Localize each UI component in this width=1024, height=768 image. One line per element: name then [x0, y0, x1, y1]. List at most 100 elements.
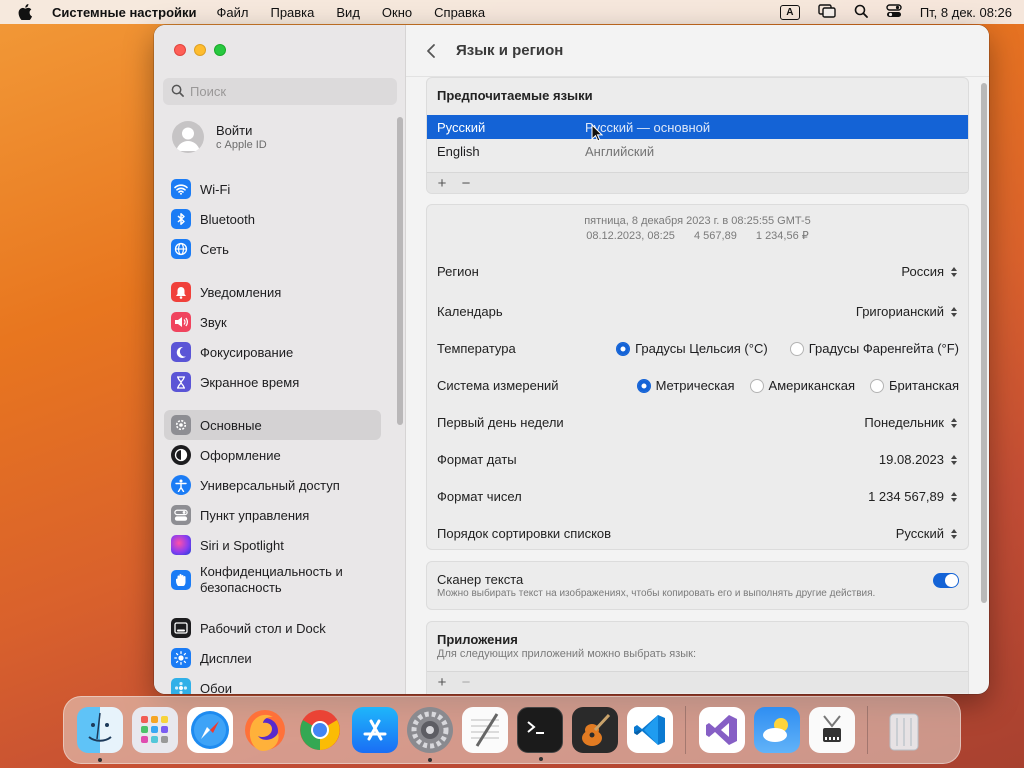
sort-order-label: Порядок сортировки списков [437, 526, 612, 541]
dock-launchpad-icon[interactable] [131, 707, 178, 753]
dock-separator [867, 706, 868, 754]
menu-view[interactable]: Вид [336, 5, 360, 20]
sidebar-item-wallpaper[interactable]: Обои [164, 673, 381, 694]
dock-chrome-icon[interactable] [297, 707, 343, 753]
dock-firefox-icon[interactable] [242, 707, 288, 753]
control-center-icon[interactable] [886, 3, 902, 21]
sidebar-item-appearance[interactable]: Оформление [164, 440, 381, 470]
menu-edit[interactable]: Правка [270, 5, 314, 20]
dock-trash-icon[interactable] [881, 707, 927, 753]
menu-clock[interactable]: Пт, 8 дек. 08:26 [920, 5, 1012, 20]
minimize-window-button[interactable] [194, 44, 206, 56]
dock-weather-icon[interactable] [753, 707, 800, 753]
number-format-popup[interactable]: 1 234 567,89 [868, 489, 959, 505]
radio-label: Градусы Фаренгейта (°F) [808, 341, 959, 356]
speaker-icon [171, 312, 191, 332]
sidebar-item-control-center[interactable]: Пункт управления [164, 500, 381, 530]
sidebar-scrollbar[interactable] [397, 117, 403, 425]
remove-language-button[interactable]: − [457, 175, 475, 192]
sort-order-popup[interactable]: Русский [896, 526, 959, 542]
dock-vscode-icon[interactable] [626, 707, 673, 753]
content-scrollbar[interactable] [981, 83, 987, 603]
window-controls [174, 44, 226, 56]
sidebar-item-label: Экранное время [200, 374, 300, 390]
applications-card: Приложения Для следующих приложений можн… [426, 621, 969, 694]
dock-utility-icon[interactable] [808, 707, 855, 753]
dock-textedit-icon[interactable] [461, 707, 508, 753]
sidebar: Поиск Войти с Apple ID Wi-Fi Bluetooth С… [154, 25, 406, 694]
menu-app-name[interactable]: Системные настройки [52, 5, 197, 20]
screen-mirroring-icon[interactable] [818, 3, 836, 21]
region-popup[interactable]: Россия [901, 264, 959, 280]
display-icon [171, 648, 191, 668]
date-format-popup[interactable]: 19.08.2023 [879, 452, 959, 468]
sidebar-item-focus[interactable]: Фокусирование [164, 337, 381, 367]
measurement-uk-radio[interactable]: Британская [870, 378, 959, 393]
apple-id-signin[interactable]: Войти с Apple ID [172, 121, 267, 153]
sidebar-item-accessibility[interactable]: Универсальный доступ [164, 470, 381, 500]
temperature-celsius-radio[interactable]: Градусы Цельсия (°C) [616, 341, 768, 356]
sidebar-item-bluetooth[interactable]: Bluetooth [164, 204, 381, 234]
temperature-fahrenheit-radio[interactable]: Градусы Фаренгейта (°F) [789, 341, 959, 356]
measurement-us-radio[interactable]: Американская [749, 378, 856, 393]
preferred-languages-title: Предпочитаемые языки [437, 88, 593, 103]
sidebar-item-general[interactable]: Основные [164, 410, 381, 440]
language-row-russian[interactable]: Русский Русский — основной [427, 115, 968, 139]
globe-icon [171, 239, 191, 259]
preview-currency: 1 234,56 ₽ [755, 230, 809, 242]
sidebar-item-screen-time[interactable]: Экранное время [164, 367, 381, 397]
live-text-toggle[interactable] [933, 573, 959, 588]
wallpaper-icon [171, 678, 191, 694]
sidebar-item-label: Обои [200, 680, 233, 695]
sidebar-item-notifications[interactable]: Уведомления [164, 277, 381, 307]
popup-chevron-icon [949, 526, 959, 542]
dock-finder-icon[interactable] [76, 707, 123, 762]
sidebar-item-siri-spotlight[interactable]: Siri и Spotlight [164, 530, 381, 560]
sidebar-item-wifi[interactable]: Wi-Fi [164, 174, 381, 204]
zoom-window-button[interactable] [214, 44, 226, 56]
dock-separator [685, 706, 686, 754]
dock-safari-icon[interactable] [186, 707, 233, 753]
menu-help[interactable]: Справка [434, 5, 485, 20]
dock-app-store-icon[interactable] [351, 707, 398, 753]
dock-system-settings-icon[interactable] [406, 707, 453, 762]
dock-garageband-icon[interactable] [571, 707, 618, 753]
preview-date: 08.12.2023, 08:25 [586, 230, 675, 242]
number-format-value: 1 234 567,89 [868, 489, 944, 504]
calendar-value: Григорианский [855, 304, 944, 319]
radio-label: Американская [768, 378, 856, 393]
menu-window[interactable]: Окно [382, 5, 412, 20]
radio-selected-icon [636, 378, 651, 393]
apple-menu-icon[interactable] [18, 4, 34, 20]
remove-app-button[interactable]: − [457, 674, 475, 691]
control-center-icon [171, 505, 191, 525]
calendar-popup[interactable]: Григорианский [856, 304, 959, 320]
language-row-english[interactable]: English Английский [427, 139, 968, 163]
radio-label: Британская [889, 378, 959, 393]
live-text-description: Можно выбирать текст на изображениях, чт… [437, 588, 876, 599]
sidebar-item-network[interactable]: Сеть [164, 234, 381, 264]
languages-add-remove-bar: + − [427, 172, 968, 193]
menu-file[interactable]: Файл [217, 5, 249, 20]
avatar [172, 121, 204, 153]
sidebar-item-label: Сеть [200, 241, 229, 257]
add-app-button[interactable]: + [433, 674, 451, 691]
sidebar-item-privacy[interactable]: Конфиденциальность и безопасность [164, 560, 381, 600]
sidebar-search[interactable]: Поиск [163, 78, 397, 105]
measurement-metric-radio[interactable]: Метрическая [636, 378, 735, 393]
sidebar-item-displays[interactable]: Дисплеи [164, 643, 381, 673]
bluetooth-icon [171, 209, 191, 229]
radio-label: Метрическая [655, 378, 735, 393]
add-language-button[interactable]: + [433, 175, 451, 192]
sidebar-item-sound[interactable]: Звук [164, 307, 381, 337]
sidebar-item-label: Конфиденциальность и безопасность [200, 564, 343, 595]
close-window-button[interactable] [174, 44, 186, 56]
spotlight-search-icon[interactable] [854, 4, 868, 21]
sidebar-item-desktop-dock[interactable]: Рабочий стол и Dock [164, 613, 381, 643]
gear-icon [171, 415, 191, 435]
first-day-popup[interactable]: Понедельник [864, 415, 959, 431]
dock-terminal-icon[interactable] [516, 707, 563, 761]
dock-visual-studio-icon[interactable] [698, 707, 745, 753]
input-source-icon[interactable]: A [779, 4, 800, 20]
back-icon[interactable] [426, 43, 442, 59]
